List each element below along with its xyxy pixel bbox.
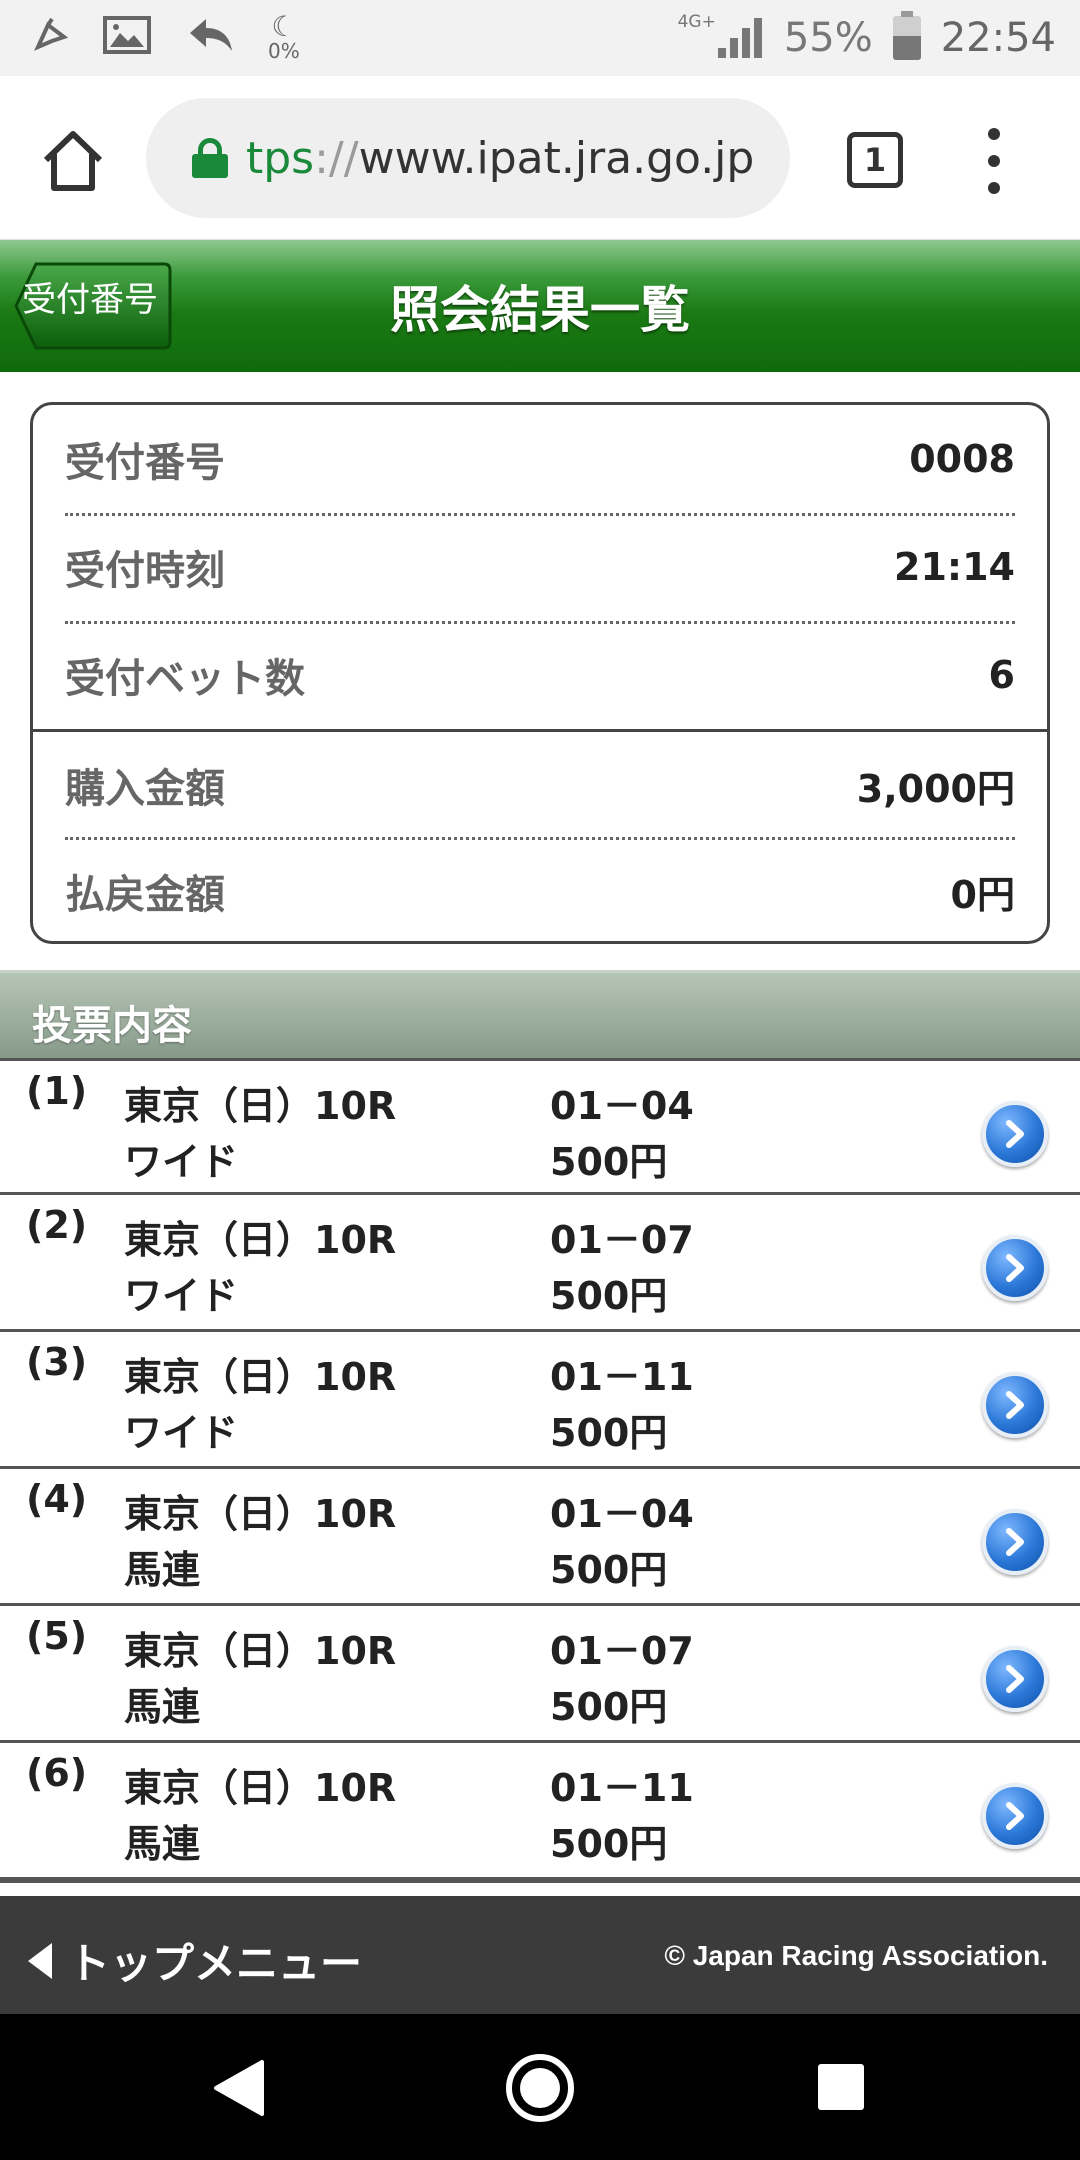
bet-combination: 01－07 [550, 1218, 694, 1262]
system-navigation-bar [0, 2014, 1080, 2160]
address-bar[interactable]: tps://www.ipat.jra.go.jp [146, 98, 790, 218]
footer-divider [0, 1880, 1080, 1892]
status-bar: ☾ 0% 4G+ 55% 22:54 [0, 0, 1080, 76]
bet-type: ワイド [124, 1411, 239, 1455]
bet-amount: 500円 [550, 1685, 668, 1729]
summary-label: 受付番号 [65, 440, 225, 486]
bet-amount: 500円 [550, 1822, 668, 1866]
bet-type: 馬連 [124, 1822, 201, 1866]
summary-label: 払戻金額 [65, 872, 225, 918]
status-indicators: 4G+ 55% 22:54 [678, 0, 1056, 76]
bet-amount: 500円 [550, 1411, 668, 1455]
lock-icon [192, 138, 228, 178]
back-triangle-icon[interactable] [212, 2060, 266, 2120]
bet-type: ワイド [124, 1274, 239, 1318]
bet-combination: 01－11 [550, 1355, 694, 1399]
chevron-right-circle-icon[interactable] [982, 1372, 1048, 1438]
bet-type: ワイド [124, 1140, 239, 1184]
chevron-right-circle-icon[interactable] [982, 1509, 1048, 1575]
bet-number: (3) [26, 1340, 88, 1384]
bet-type: 馬連 [124, 1548, 201, 1592]
bet-number: (6) [26, 1751, 88, 1795]
chevron-right-circle-icon[interactable] [982, 1646, 1048, 1712]
bet-row[interactable]: (6) 東京（日）10R 馬連 01－11 500円 [0, 1743, 1080, 1880]
bet-combination: 01－07 [550, 1629, 694, 1673]
summary-value: 0008 [909, 437, 1015, 481]
bet-list: (1) 東京（日）10R ワイド 01－04 500円 (2) 東京（日）10R… [0, 1058, 1080, 1880]
browser-toolbar: tps://www.ipat.jra.go.jp 1 [0, 76, 1080, 240]
inquiry-summary: 受付番号 0008 受付時刻 21:14 受付ベット数 6 購入金額 3,000… [30, 402, 1050, 944]
home-circle-icon[interactable] [506, 2054, 574, 2122]
bet-row[interactable]: (2) 東京（日）10R ワイド 01－07 500円 [0, 1195, 1080, 1332]
summary-label: 受付ベット数 [65, 656, 305, 702]
bet-race: 東京（日）10R [124, 1629, 397, 1673]
battery-icon [892, 11, 921, 60]
bet-combination: 01－04 [550, 1084, 694, 1128]
battery-saver-percent: 0% [268, 39, 300, 63]
summary-row-payout-amount: 払戻金額 0円 [65, 837, 1015, 941]
network-type: 4G+ [677, 12, 716, 32]
summary-value: 3,000円 [856, 766, 1015, 811]
summary-value: 0円 [950, 872, 1015, 917]
bet-row[interactable]: (5) 東京（日）10R 馬連 01－07 500円 [0, 1606, 1080, 1743]
battery-percent: 55% [783, 15, 873, 61]
summary-row-receipt-time: 受付時刻 21:14 [65, 513, 1015, 621]
battery-saver-icon: ☾ 0% [268, 10, 300, 63]
summary-label: 購入金額 [65, 766, 225, 812]
top-menu-link[interactable]: トップメニュー [28, 1930, 362, 1991]
tabs-icon[interactable]: 1 [847, 132, 903, 188]
top-menu-label: トップメニュー [68, 1939, 363, 1988]
summary-row-bet-count: 受付ベット数 6 [65, 621, 1015, 729]
overflow-menu-icon[interactable] [986, 128, 1002, 194]
clock: 22:54 [940, 15, 1056, 61]
summary-label: 受付時刻 [65, 548, 225, 594]
bet-row[interactable]: (4) 東京（日）10R 馬連 01－04 500円 [0, 1469, 1080, 1606]
chevron-right-circle-icon[interactable] [982, 1235, 1048, 1301]
bet-number: (2) [26, 1203, 88, 1247]
bet-number: (4) [26, 1477, 88, 1521]
bet-number: (5) [26, 1614, 88, 1658]
summary-value: 21:14 [894, 545, 1015, 589]
gallery-icon [102, 15, 152, 62]
bet-type: 馬連 [124, 1685, 201, 1729]
home-icon[interactable] [38, 126, 108, 196]
summary-row-receipt-number: 受付番号 0008 [65, 405, 1015, 513]
url-text[interactable]: tps://www.ipat.jra.go.jp [246, 133, 754, 184]
section-title: 投票内容 [32, 1003, 192, 1049]
status-notifications: ☾ 0% [34, 10, 300, 63]
bet-race: 東京（日）10R [124, 1766, 397, 1810]
bet-amount: 500円 [550, 1548, 668, 1592]
notification-icon [34, 17, 69, 60]
section-header: 投票内容 [0, 970, 1080, 1058]
bet-race: 東京（日）10R [124, 1084, 397, 1128]
page-header: 受付番号 照会結果一覧 [0, 240, 1080, 372]
chevron-right-circle-icon[interactable] [982, 1101, 1048, 1167]
bet-combination: 01－11 [550, 1766, 694, 1810]
bet-amount: 500円 [550, 1274, 668, 1318]
bet-race: 東京（日）10R [124, 1492, 397, 1536]
bet-amount: 500円 [550, 1140, 668, 1184]
reply-icon [186, 15, 234, 62]
page-title: 照会結果一覧 [390, 281, 690, 339]
bet-combination: 01－04 [550, 1492, 694, 1536]
summary-value: 6 [988, 653, 1015, 697]
chevron-right-circle-icon[interactable] [982, 1783, 1048, 1849]
recent-apps-square-icon[interactable] [818, 2064, 864, 2110]
summary-row-purchase-amount: 購入金額 3,000円 [65, 731, 1015, 839]
bet-row[interactable]: (1) 東京（日）10R ワイド 01－04 500円 [0, 1058, 1080, 1195]
bet-race: 東京（日）10R [124, 1355, 397, 1399]
signal-icon [717, 18, 764, 58]
bet-race: 東京（日）10R [124, 1218, 397, 1262]
bet-row[interactable]: (3) 東京（日）10R ワイド 01－11 500円 [0, 1332, 1080, 1469]
footer: トップメニュー © Japan Racing Association. [0, 1896, 1080, 2014]
triangle-left-icon [28, 1942, 52, 1979]
bet-number: (1) [26, 1069, 88, 1113]
copyright: © Japan Racing Association. [664, 1940, 1048, 1971]
